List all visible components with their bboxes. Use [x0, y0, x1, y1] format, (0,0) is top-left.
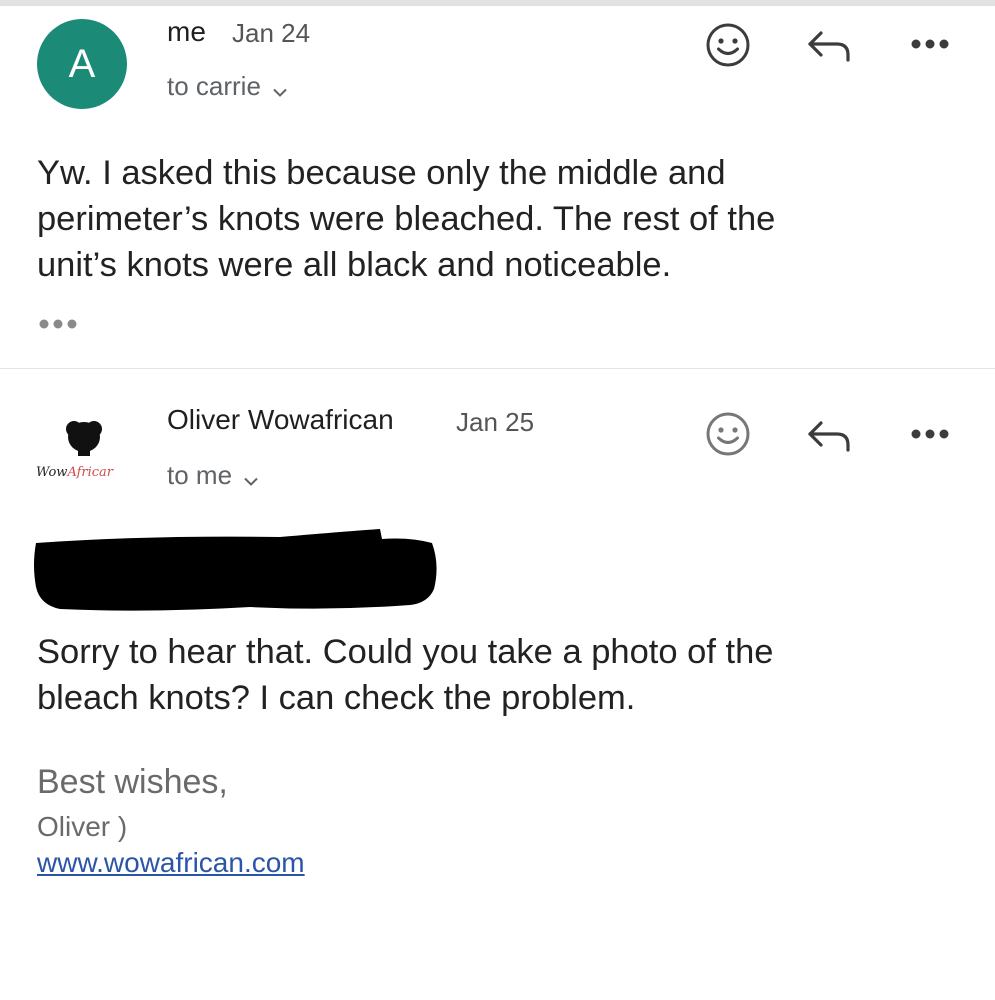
body-line: unit’s knots were all black and noticeab…: [37, 246, 672, 284]
sender-logo[interactable]: WowAfricar: [36, 417, 136, 487]
emoji-reaction-icon[interactable]: [705, 22, 751, 73]
recipient-toggle[interactable]: to me: [167, 460, 258, 493]
message-divider: [0, 368, 995, 369]
website-link[interactable]: www.wowafrican.com: [37, 847, 305, 879]
message-body: Sorry to hear that. Could you take a pho…: [37, 629, 937, 721]
message-me: A me Jan 24 to carrie Yw. I asked this b…: [0, 0, 995, 368]
redacted-text: [30, 525, 442, 622]
body-line: Yw. I asked this because only the middle…: [37, 154, 726, 192]
body-line: Sorry to hear that. Could you take a pho…: [37, 633, 774, 671]
show-trimmed-content[interactable]: [37, 316, 79, 337]
reply-icon[interactable]: [805, 27, 853, 68]
signoff: Best wishes,: [37, 763, 228, 801]
emoji-reaction-icon[interactable]: [705, 411, 751, 462]
ellipsis-icon: [39, 319, 77, 329]
more-options-icon[interactable]: [910, 37, 950, 56]
wowafrican-logo-icon: [66, 421, 102, 456]
body-line: perimeter’s knots were bleached. The res…: [37, 200, 776, 238]
chevron-down-icon: [273, 73, 287, 104]
recipient-label: to me: [167, 460, 233, 490]
reply-icon[interactable]: [805, 417, 853, 458]
logo-text: WowAfricar: [36, 465, 114, 480]
message-date: Jan 25: [456, 407, 535, 437]
message-body: Yw. I asked this because only the middle…: [37, 150, 937, 288]
avatar[interactable]: A: [37, 19, 127, 109]
chevron-down-icon: [244, 462, 258, 493]
more-options-icon[interactable]: [910, 427, 950, 446]
sender-name[interactable]: Oliver Wowafrican: [167, 404, 394, 436]
recipient-toggle[interactable]: to carrie: [167, 71, 287, 104]
message-date: Jan 24: [232, 18, 311, 48]
body-line: bleach knots? I can check the problem.: [37, 679, 636, 717]
sender-name[interactable]: me: [167, 16, 206, 48]
signature-name: Oliver ): [37, 811, 128, 842]
recipient-label: to carrie: [167, 71, 261, 101]
